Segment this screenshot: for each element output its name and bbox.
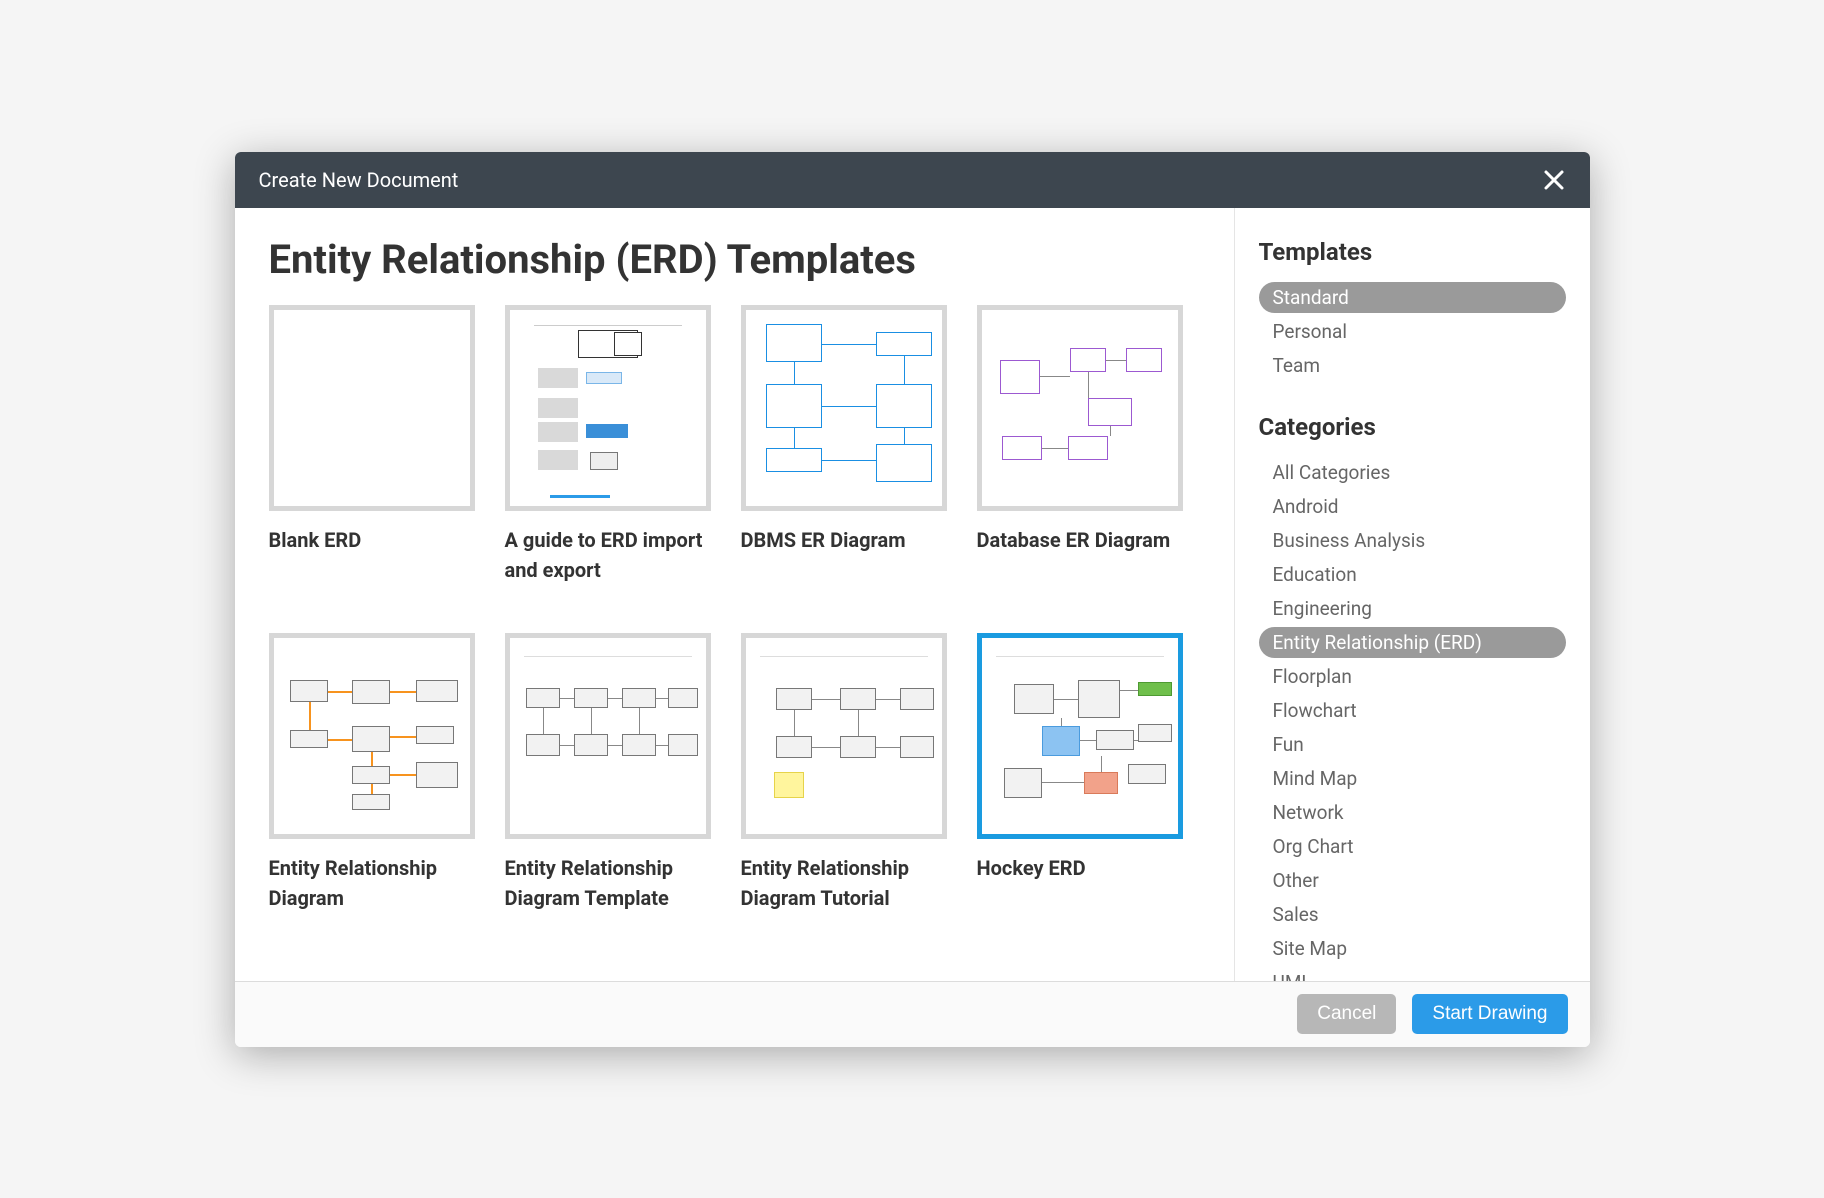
template-thumbnail — [741, 633, 947, 839]
template-er-diagram[interactable]: Entity Relationship Diagram — [269, 633, 475, 913]
template-thumbnail — [269, 633, 475, 839]
templates-heading: Templates — [1259, 238, 1566, 266]
template-dbms-er[interactable]: DBMS ER Diagram — [741, 305, 947, 585]
category-uml[interactable]: UML — [1259, 967, 1326, 981]
template-group-list: Standard Personal Team — [1259, 282, 1566, 383]
close-icon[interactable] — [1538, 164, 1570, 196]
template-group-team[interactable]: Team — [1259, 350, 1335, 381]
template-hockey-erd[interactable]: Hockey ERD — [977, 633, 1183, 913]
category-mind-map[interactable]: Mind Map — [1259, 763, 1372, 794]
templates-panel[interactable]: Entity Relationship (ERD) Templates Blan… — [235, 208, 1235, 981]
template-label: Hockey ERD — [977, 853, 1183, 883]
page-title: Entity Relationship (ERD) Templates — [269, 236, 1200, 283]
template-database-er[interactable]: Database ER Diagram — [977, 305, 1183, 585]
template-thumbnail — [741, 305, 947, 511]
category-business-analysis[interactable]: Business Analysis — [1259, 525, 1440, 556]
category-other[interactable]: Other — [1259, 865, 1333, 896]
category-flowchart[interactable]: Flowchart — [1259, 695, 1371, 726]
category-android[interactable]: Android — [1259, 491, 1353, 522]
category-list: All Categories Android Business Analysis… — [1259, 457, 1566, 981]
category-org-chart[interactable]: Org Chart — [1259, 831, 1368, 862]
template-label: Database ER Diagram — [977, 525, 1183, 555]
template-label: Entity Relationship Diagram Template — [505, 853, 711, 913]
category-all[interactable]: All Categories — [1259, 457, 1405, 488]
template-group-standard[interactable]: Standard — [1259, 282, 1566, 313]
template-er-diagram-template[interactable]: Entity Relationship Diagram Template — [505, 633, 711, 913]
template-group-personal[interactable]: Personal — [1259, 316, 1361, 347]
template-thumbnail — [977, 305, 1183, 511]
template-label: DBMS ER Diagram — [741, 525, 947, 555]
dialog-body: Entity Relationship (ERD) Templates Blan… — [235, 208, 1590, 981]
cancel-button[interactable]: Cancel — [1297, 994, 1396, 1034]
template-blank-erd[interactable]: Blank ERD — [269, 305, 475, 585]
template-label: Blank ERD — [269, 525, 475, 555]
template-thumbnail — [505, 305, 711, 511]
categories-heading: Categories — [1259, 413, 1566, 441]
category-fun[interactable]: Fun — [1259, 729, 1318, 760]
category-sales[interactable]: Sales — [1259, 899, 1333, 930]
category-network[interactable]: Network — [1259, 797, 1358, 828]
create-document-dialog: Create New Document Entity Relationship … — [235, 152, 1590, 1047]
category-erd[interactable]: Entity Relationship (ERD) — [1259, 627, 1566, 658]
template-grid: Blank ERD — [269, 305, 1200, 913]
template-er-diagram-tutorial[interactable]: Entity Relationship Diagram Tutorial — [741, 633, 947, 913]
template-thumbnail — [505, 633, 711, 839]
dialog-header: Create New Document — [235, 152, 1590, 208]
category-site-map[interactable]: Site Map — [1259, 933, 1362, 964]
category-engineering[interactable]: Engineering — [1259, 593, 1386, 624]
sidebar[interactable]: Templates Standard Personal Team Categor… — [1235, 208, 1590, 981]
dialog-footer: Cancel Start Drawing — [235, 981, 1590, 1047]
start-drawing-button[interactable]: Start Drawing — [1412, 994, 1567, 1034]
template-erd-guide[interactable]: A guide to ERD import and export — [505, 305, 711, 585]
template-thumbnail — [269, 305, 475, 511]
template-label: Entity Relationship Diagram — [269, 853, 475, 913]
template-label: Entity Relationship Diagram Tutorial — [741, 853, 947, 913]
category-education[interactable]: Education — [1259, 559, 1371, 590]
template-thumbnail — [977, 633, 1183, 839]
category-floorplan[interactable]: Floorplan — [1259, 661, 1366, 692]
template-label: A guide to ERD import and export — [505, 525, 711, 585]
dialog-title: Create New Document — [259, 168, 459, 192]
